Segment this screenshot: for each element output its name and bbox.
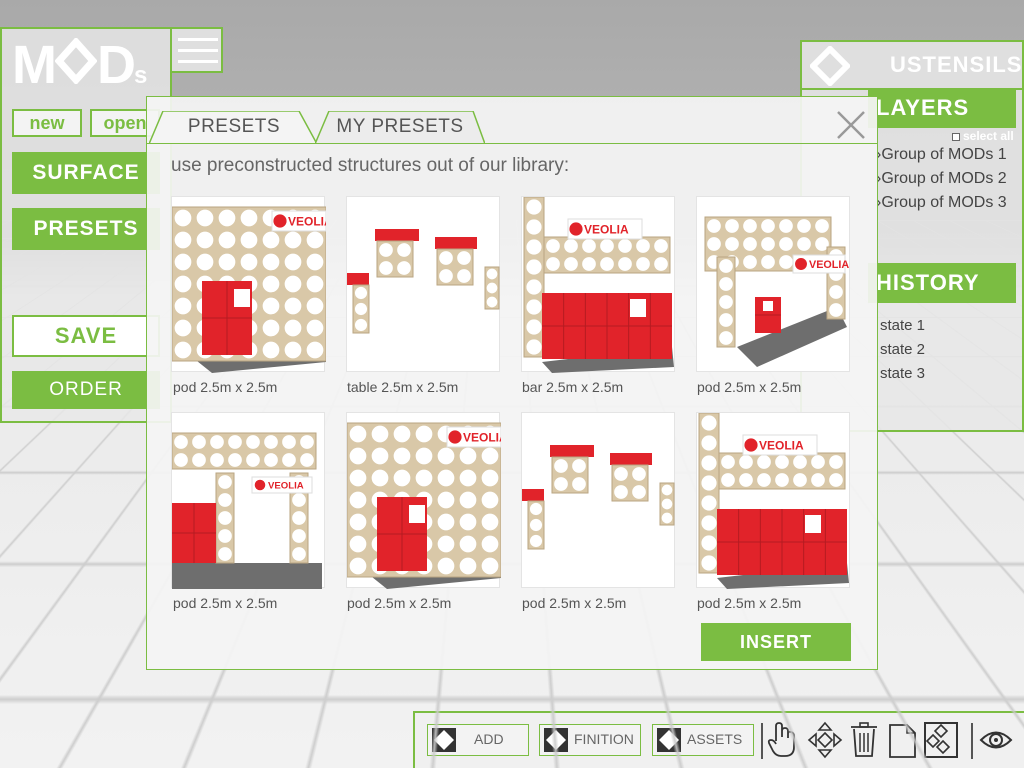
preset-label: pod 2.5m x 2.5m xyxy=(697,379,801,395)
preset-label: pod 2.5m x 2.5m xyxy=(697,595,801,611)
add-button[interactable]: ADD xyxy=(427,724,529,756)
preset-thumbnail: VEOLIA xyxy=(347,413,501,589)
tab-my-presets[interactable]: MY PRESETS xyxy=(315,111,485,143)
preset-card[interactable]: VEOLIA xyxy=(346,412,500,588)
presets-dialog: PRESETS MY PRESETS use preconstructed st… xyxy=(146,96,878,670)
save-button[interactable]: SAVE xyxy=(12,315,160,357)
preset-thumbnail: VEOLIA xyxy=(522,197,676,373)
new-button[interactable]: new xyxy=(12,109,82,137)
history-item[interactable]: state 1 xyxy=(880,317,925,334)
preset-thumbnail: VEOLIA xyxy=(697,197,851,373)
svg-text:VEOLIA: VEOLIA xyxy=(759,438,804,452)
svg-text:VEOLIA: VEOLIA xyxy=(268,481,304,492)
copy-icon[interactable] xyxy=(887,721,919,759)
hand-icon[interactable] xyxy=(767,721,797,759)
preset-card[interactable]: VEOLIA xyxy=(521,196,675,372)
surface-button[interactable]: SURFACE xyxy=(12,152,160,194)
layer-item[interactable]: ›Group of MODs 1 xyxy=(876,146,1007,164)
preset-label: table 2.5m x 2.5m xyxy=(347,379,458,395)
preset-card[interactable]: VEOLIA xyxy=(696,412,850,588)
preset-card[interactable]: VEOLIA xyxy=(696,196,850,372)
ustensils-icon[interactable] xyxy=(810,46,850,86)
move-icon[interactable] xyxy=(807,721,843,759)
svg-text:VEOLIA: VEOLIA xyxy=(288,214,326,228)
mods-logo: M Ds xyxy=(12,38,147,92)
preset-label: pod 2.5m x 2.5m xyxy=(522,595,626,611)
menu-button[interactable] xyxy=(172,27,223,73)
layer-item[interactable]: ›Group of MODs 2 xyxy=(876,170,1007,188)
toolbar-divider xyxy=(761,723,763,759)
preset-label: pod 2.5m x 2.5m xyxy=(173,379,277,395)
preset-card[interactable] xyxy=(346,196,500,372)
preset-thumbnail: VEOLIA xyxy=(172,197,326,373)
diamond-icon xyxy=(656,727,682,753)
svg-text:VEOLIA: VEOLIA xyxy=(463,430,501,444)
order-button[interactable]: ORDER xyxy=(12,371,160,409)
presets-button[interactable]: PRESETS xyxy=(12,208,160,250)
close-icon[interactable] xyxy=(835,109,867,141)
insert-button[interactable]: INSERT xyxy=(701,623,851,661)
preset-label: pod 2.5m x 2.5m xyxy=(173,595,277,611)
rotate-icon[interactable] xyxy=(923,721,959,759)
history-header: HISTORY xyxy=(868,263,1016,303)
preset-label: bar 2.5m x 2.5m xyxy=(522,379,623,395)
preset-thumbnail: VEOLIA xyxy=(697,413,851,589)
diamond-icon xyxy=(431,727,457,753)
finition-button[interactable]: FINITION xyxy=(539,724,641,756)
tab-presets[interactable]: PRESETS xyxy=(149,111,319,143)
history-item[interactable]: state 3 xyxy=(880,365,925,382)
svg-text:VEOLIA: VEOLIA xyxy=(584,222,629,236)
diamond-icon xyxy=(543,727,569,753)
preset-thumbnail xyxy=(522,413,676,589)
layers-header: LAYERS xyxy=(868,88,1016,128)
dialog-instructions: use preconstructed structures out of our… xyxy=(171,155,569,177)
assets-button[interactable]: ASSETS xyxy=(652,724,754,756)
trash-icon[interactable] xyxy=(849,721,879,759)
preset-label: pod 2.5m x 2.5m xyxy=(347,595,451,611)
layer-item[interactable]: ›Group of MODs 3 xyxy=(876,194,1007,212)
preset-card[interactable]: VEOLIA xyxy=(171,196,325,372)
preset-thumbnail: VEOLIA xyxy=(172,413,326,589)
logo-diamond-icon xyxy=(55,38,97,84)
history-item[interactable]: state 2 xyxy=(880,341,925,358)
tab-divider xyxy=(147,143,877,144)
select-all-checkbox[interactable]: select all xyxy=(952,129,1014,143)
ustensils-title: USTENSILS xyxy=(890,52,1022,78)
preset-card[interactable]: VEOLIA xyxy=(171,412,325,588)
preset-thumbnail xyxy=(347,197,501,373)
hamburger-icon xyxy=(178,38,218,66)
preset-card[interactable] xyxy=(521,412,675,588)
bottom-toolbar: ADD FINITION ASSETS xyxy=(413,711,1024,768)
svg-text:VEOLIA: VEOLIA xyxy=(809,259,849,271)
toolbar-divider xyxy=(971,723,973,759)
eye-icon[interactable] xyxy=(979,725,1013,755)
